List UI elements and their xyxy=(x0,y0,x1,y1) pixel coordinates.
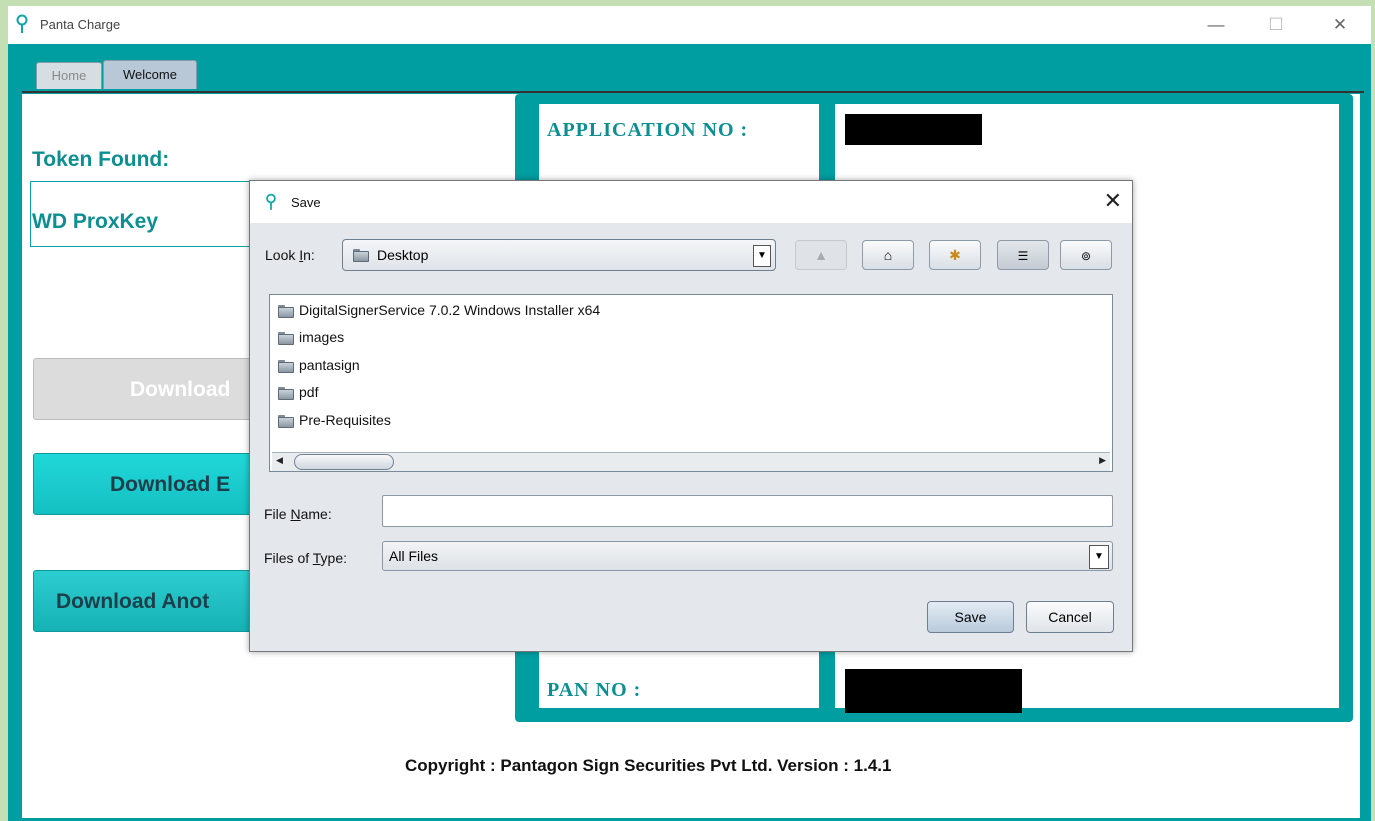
list-item[interactable]: images xyxy=(278,329,344,345)
look-in-label: Look In: xyxy=(265,247,315,263)
files-of-type-value: All Files xyxy=(389,548,439,564)
look-in-select[interactable]: Desktop ▼ xyxy=(342,239,776,271)
cancel-button[interactable]: Cancel xyxy=(1026,601,1114,633)
list-item[interactable]: pantasign xyxy=(278,357,360,373)
file-list: DigitalSignerService 7.0.2 Windows Insta… xyxy=(269,294,1113,472)
minimize-button[interactable]: — xyxy=(1196,10,1236,40)
chevron-down-icon: ▼ xyxy=(753,245,771,267)
dialog-title: Save xyxy=(291,195,321,210)
home-button[interactable]: ⌂ xyxy=(862,240,914,270)
list-item[interactable]: DigitalSignerService 7.0.2 Windows Insta… xyxy=(278,302,600,318)
folder-icon xyxy=(278,331,294,345)
horizontal-scrollbar[interactable]: ◀ ▶ xyxy=(272,452,1110,471)
title-bar: Panta Charge — ☐ ✕ xyxy=(8,6,1371,44)
window-title: Panta Charge xyxy=(40,17,121,32)
folder-icon xyxy=(278,359,294,373)
scroll-thumb[interactable] xyxy=(294,454,394,470)
tab-divider xyxy=(22,91,1364,93)
redacted-pan-no xyxy=(845,669,1022,713)
file-name-input[interactable] xyxy=(382,495,1113,527)
app-logo-icon xyxy=(266,193,276,210)
new-folder-icon: ✱ xyxy=(949,247,961,263)
scroll-left-icon[interactable]: ◀ xyxy=(276,455,283,466)
list-view-button[interactable]: ☰ xyxy=(997,240,1049,270)
application-no-label: APPLICATION NO : xyxy=(547,119,749,141)
new-folder-button[interactable]: ✱ xyxy=(929,240,981,270)
token-value: WD ProxKey xyxy=(32,210,159,233)
list-view-icon: ☰ xyxy=(1017,249,1029,263)
folder-icon xyxy=(278,386,294,400)
tab-home[interactable]: Home xyxy=(36,62,102,89)
tab-welcome[interactable]: Welcome xyxy=(103,60,197,89)
pan-no-label: PAN NO : xyxy=(547,679,642,701)
save-dialog: Save ✕ Look In: Desktop ▼ ▲ ⌂ ✱ ☰ ⊚ Digi… xyxy=(249,180,1133,652)
up-folder-button[interactable]: ▲ xyxy=(795,240,847,270)
up-folder-icon: ▲ xyxy=(814,247,828,263)
folder-icon xyxy=(353,249,369,262)
folder-icon xyxy=(278,304,294,318)
chevron-down-icon: ▼ xyxy=(1089,545,1109,569)
token-found-label: Token Found: xyxy=(32,148,170,171)
dialog-body: Look In: Desktop ▼ ▲ ⌂ ✱ ☰ ⊚ DigitalSign… xyxy=(250,223,1132,651)
folder-icon xyxy=(278,414,294,428)
details-view-icon: ⊚ xyxy=(1080,249,1092,263)
close-button[interactable]: ✕ xyxy=(1320,10,1360,40)
dialog-close-icon[interactable]: ✕ xyxy=(1104,188,1122,214)
files-of-type-label: Files of Type: xyxy=(264,550,348,566)
redacted-application-no xyxy=(845,114,982,145)
app-logo-icon xyxy=(16,14,28,33)
save-button[interactable]: Save xyxy=(927,601,1014,633)
home-icon: ⌂ xyxy=(883,247,893,263)
list-item[interactable]: pdf xyxy=(278,384,318,400)
details-view-button[interactable]: ⊚ xyxy=(1060,240,1112,270)
look-in-value: Desktop xyxy=(377,247,429,263)
maximize-button[interactable]: ☐ xyxy=(1256,10,1296,40)
files-of-type-select[interactable]: All Files ▼ xyxy=(382,541,1113,571)
file-name-label: File Name: xyxy=(264,506,332,522)
list-item[interactable]: Pre-Requisites xyxy=(278,412,391,428)
dialog-title-bar: Save ✕ xyxy=(250,181,1132,223)
scroll-right-icon[interactable]: ▶ xyxy=(1099,455,1106,466)
copyright-text: Copyright : Pantagon Sign Securities Pvt… xyxy=(405,756,892,775)
